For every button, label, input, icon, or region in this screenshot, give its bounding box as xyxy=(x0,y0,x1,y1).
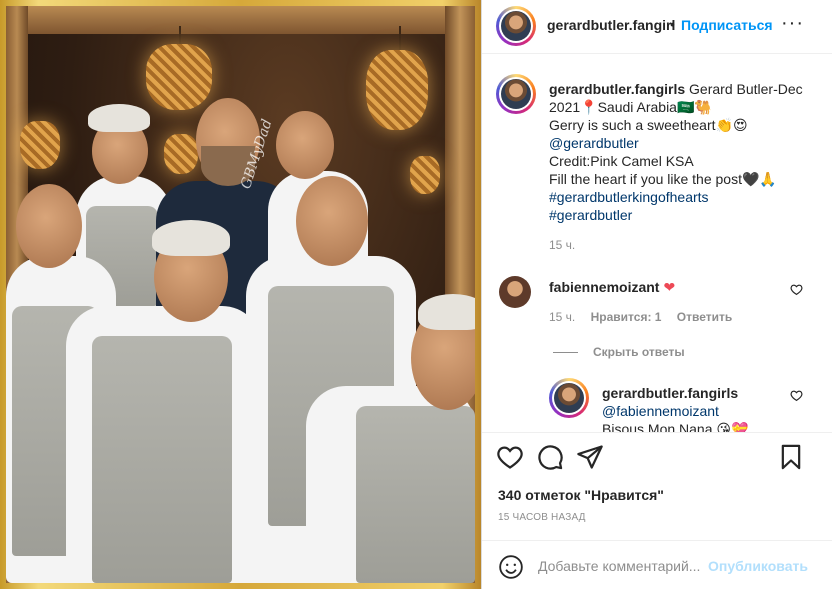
post-photo-content: GBMyDad xyxy=(6,6,475,583)
pendant-lamp xyxy=(146,44,212,110)
pendant-lamp xyxy=(366,50,428,130)
comments-list[interactable]: gerardbutler.fangirls Gerard Butler-Dec … xyxy=(482,54,832,432)
pendant-lamp xyxy=(164,134,198,174)
caption-line: Gerard Butler-Dec xyxy=(689,81,803,97)
pendant-lamp xyxy=(20,121,60,169)
red-heart-emoji: ❤ xyxy=(663,279,676,295)
bookmark-icon[interactable] xyxy=(777,443,805,471)
caption-mention-link[interactable]: @gerardbutler xyxy=(549,134,825,152)
reply-username[interactable]: gerardbutler.fangirls xyxy=(602,385,738,401)
more-horizontal-icon[interactable]: ··· xyxy=(781,13,804,33)
caption-credit: Credit:Pink Camel KSA xyxy=(549,153,694,169)
header-separator: • xyxy=(670,16,675,32)
hashtag-link[interactable]: #gerardbutlerkingofhearts xyxy=(549,188,825,206)
comment-input[interactable] xyxy=(538,554,704,578)
avatar[interactable] xyxy=(499,276,531,308)
comment-meta: 15 ч. Нравится: 1 Ответить xyxy=(549,310,744,324)
post-details-panel: gerardbutler.fangirl • Подписаться ··· g… xyxy=(481,0,832,589)
caption-line: Fill the heart if you like the post🖤🙏 xyxy=(549,171,777,187)
replies-divider xyxy=(553,352,578,353)
reply-button[interactable]: Ответить xyxy=(677,310,732,324)
post-actions: 340 отметок "Нравится" 15 ЧАСОВ НАЗАД xyxy=(482,432,832,532)
add-comment-bar: Опубликовать xyxy=(482,540,832,589)
comment-likes-count[interactable]: Нравится: 1 xyxy=(591,310,662,324)
caption-timestamp[interactable]: 15 ч. xyxy=(549,238,575,252)
heart-outline-icon[interactable] xyxy=(790,389,803,402)
publish-button[interactable]: Опубликовать xyxy=(708,558,808,574)
follow-button[interactable]: Подписаться xyxy=(681,17,773,33)
toggle-replies-button[interactable]: Скрыть ответы xyxy=(593,345,685,359)
share-icon[interactable] xyxy=(576,443,604,471)
caption-line: Gerry is such a sweetheart👏😍 xyxy=(549,117,748,133)
reply-text: Bisous Mon Nana 😘💝 xyxy=(602,421,749,432)
heart-icon[interactable] xyxy=(496,443,524,471)
reply-mention-link[interactable]: @fabiennemoizant xyxy=(602,403,719,419)
caption-text: gerardbutler.fangirls Gerard Butler-Dec … xyxy=(549,80,825,224)
ceiling-beam xyxy=(6,6,475,34)
caption-line: 2021📍Saudi Arabia🇸🇦🐫 xyxy=(549,99,712,115)
comment-timestamp[interactable]: 15 ч. xyxy=(549,310,575,324)
emoji-icon[interactable] xyxy=(498,554,524,580)
avatar[interactable] xyxy=(501,11,531,41)
post-timestamp[interactable]: 15 ЧАСОВ НАЗАД xyxy=(498,512,586,523)
comment-text: fabiennemoizant ❤ xyxy=(549,279,675,296)
likes-count[interactable]: 340 отметок "Нравится" xyxy=(498,487,664,503)
avatar[interactable] xyxy=(501,79,531,109)
caption-username[interactable]: gerardbutler.fangirls xyxy=(549,81,685,97)
comment-username[interactable]: fabiennemoizant xyxy=(549,279,659,295)
post-image[interactable]: GBMyDad xyxy=(0,0,481,589)
avatar[interactable] xyxy=(554,383,584,413)
pendant-lamp xyxy=(410,156,440,194)
heart-outline-icon[interactable] xyxy=(790,283,803,296)
header-username[interactable]: gerardbutler.fangirl xyxy=(547,17,675,33)
hashtag-link[interactable]: #gerardbutler xyxy=(549,206,825,224)
comment-icon[interactable] xyxy=(536,443,564,471)
post-header: gerardbutler.fangirl • Подписаться ··· xyxy=(482,0,832,54)
